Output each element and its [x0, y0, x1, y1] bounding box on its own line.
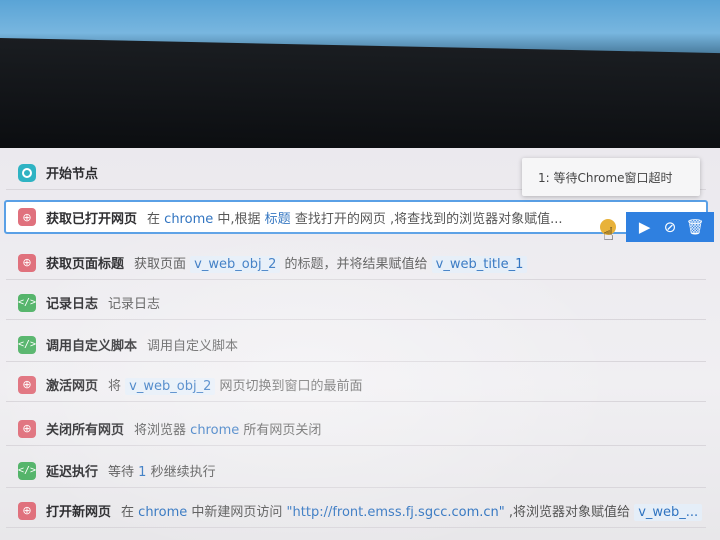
- web-icon: ⊕: [18, 419, 36, 438]
- row-desc: 调用自定义脚本: [147, 339, 239, 354]
- flow-row-activate-page[interactable]: ⊕ 激活网页 将 v_web_obj_2 网页切换到窗口的最前面: [6, 368, 706, 402]
- row-name: 调用自定义脚本: [46, 339, 138, 354]
- desc-text: ,将浏览器对象赋值给: [508, 505, 631, 520]
- row-desc: 将浏览器 chrome 所有网页关闭: [134, 419, 321, 438]
- error-tooltip: 1: 等待Chrome窗口超时: [522, 158, 700, 196]
- row-action-toolbar: ▶ ⊘ 🗑: [626, 212, 714, 242]
- hand-cursor-icon: ☝: [603, 224, 614, 245]
- row-name: 获取已打开网页: [46, 211, 138, 227]
- row-name: 开始节点: [46, 167, 99, 182]
- code-icon: </>: [18, 335, 36, 354]
- param-seconds[interactable]: 1: [138, 465, 146, 480]
- flow-row-log[interactable]: </> 记录日志 记录日志: [6, 286, 706, 320]
- param-match-by[interactable]: 标题: [265, 212, 291, 227]
- flow-row-delay[interactable]: </> 延迟执行 等待 1 秒继续执行: [6, 454, 706, 488]
- param-browser[interactable]: chrome: [190, 423, 239, 438]
- variable-chip[interactable]: v_web_obj_2: [125, 378, 216, 395]
- desc-text: 中新建网页访问: [191, 505, 283, 520]
- flow-row-close-all-pages[interactable]: ⊕ 关闭所有网页 将浏览器 chrome 所有网页关闭: [6, 412, 706, 446]
- flow-row-custom-script[interactable]: </> 调用自定义脚本 调用自定义脚本: [6, 328, 706, 362]
- code-icon: </>: [18, 293, 36, 312]
- code-icon: </>: [18, 461, 36, 480]
- flow-row-get-page-title[interactable]: ⊕ 获取页面标题 获取页面 v_web_obj_2 的标题，并将结果赋值给 v_…: [6, 246, 706, 280]
- row-desc: 等待 1 秒继续执行: [108, 461, 216, 480]
- desc-text: 获取页面: [134, 257, 187, 272]
- row-desc: 获取页面 v_web_obj_2 的标题，并将结果赋值给 v_web_title…: [134, 253, 528, 273]
- desc-text: 所有网页关闭: [243, 423, 322, 438]
- play-icon[interactable]: ▶: [634, 216, 656, 238]
- flow-editor: 开始节点 ⊕ 获取已打开网页 在 chrome 中,根据 标题 查找打开的网页 …: [0, 148, 720, 540]
- desc-text: 查找打开的网页 ,将查找到的浏览器对象赋值...: [294, 211, 563, 227]
- desc-text: 在: [121, 505, 135, 520]
- row-name: 延迟执行: [46, 465, 99, 480]
- web-icon: ⊕: [18, 208, 36, 226]
- desc-text: 将: [108, 379, 122, 394]
- param-url[interactable]: "http://front.emss.fj.sgcc.com.cn": [287, 505, 505, 520]
- row-name: 记录日志: [46, 297, 99, 312]
- row-name: 关闭所有网页: [46, 423, 125, 438]
- disable-icon[interactable]: ⊘: [659, 216, 681, 238]
- web-icon: ⊕: [18, 375, 36, 394]
- monitor-bezel: [0, 38, 720, 166]
- row-desc: 在 chrome 中新建网页访问 "http://front.emss.fj.s…: [121, 501, 703, 521]
- web-icon: ⊕: [18, 253, 36, 272]
- trash-icon[interactable]: 🗑: [684, 216, 706, 238]
- flow-row-open-new-page[interactable]: ⊕ 打开新网页 在 chrome 中新建网页访问 "http://front.e…: [6, 494, 706, 528]
- variable-chip[interactable]: v_web_title_1: [431, 256, 528, 273]
- variable-chip[interactable]: v_web_obj_2: [190, 256, 281, 273]
- tooltip-text: 1: 等待Chrome窗口超时: [538, 170, 673, 185]
- param-browser[interactable]: chrome: [164, 212, 213, 227]
- start-node-icon: [18, 163, 36, 182]
- desc-text: 秒继续执行: [150, 465, 216, 480]
- desc-text: 将浏览器: [134, 423, 187, 438]
- row-name: 激活网页: [46, 379, 99, 394]
- row-desc: 将 v_web_obj_2 网页切换到窗口的最前面: [108, 375, 363, 395]
- desc-text: 中,根据: [217, 211, 261, 227]
- variable-chip[interactable]: v_web_...: [634, 504, 703, 521]
- desc-text: 的标题，并将结果赋值给: [284, 257, 428, 272]
- web-icon: ⊕: [18, 501, 36, 520]
- desc-text: 在: [147, 211, 161, 227]
- desc-text: 等待: [108, 465, 135, 480]
- row-desc: 在 chrome 中,根据 标题 查找打开的网页 ,将查找到的浏览器对象赋值..…: [147, 208, 562, 227]
- row-name: 打开新网页: [46, 505, 112, 520]
- desc-text: 网页切换到窗口的最前面: [219, 379, 363, 394]
- row-desc: 记录日志: [108, 297, 161, 312]
- row-name: 获取页面标题: [46, 257, 125, 272]
- param-browser[interactable]: chrome: [138, 505, 187, 520]
